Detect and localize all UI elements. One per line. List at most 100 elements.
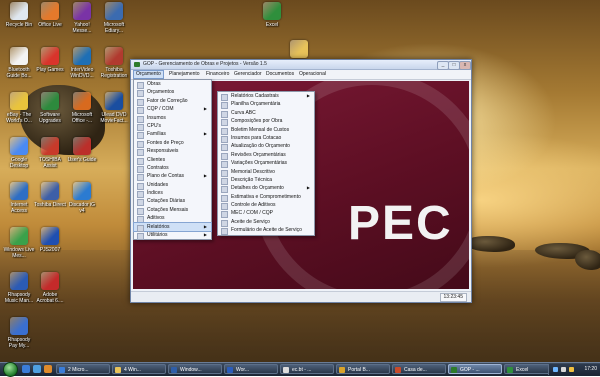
desktop-shortcut[interactable]: Toshiba Direct <box>34 182 66 208</box>
taskbar-app-icon <box>507 367 513 373</box>
menu-item[interactable]: Clientes <box>134 156 211 165</box>
desktop-shortcut[interactable]: Excel <box>256 2 288 28</box>
menu-item[interactable]: Cotações Mensais <box>134 206 211 215</box>
folder-icon <box>290 40 308 58</box>
menu-planejamento[interactable]: Planejamento <box>167 71 202 78</box>
menu-item[interactable]: Aditivos <box>134 214 211 224</box>
desktop-shortcut[interactable]: Office Live <box>34 2 66 28</box>
menu-item[interactable]: Orçamentos <box>134 88 211 98</box>
title-bar[interactable]: GOP - Gerenciamento de Obras e Projetos … <box>131 60 471 70</box>
desktop-shortcut[interactable]: Internet Access <box>3 182 35 214</box>
taskbar-button[interactable]: GOP - ... <box>448 364 502 374</box>
menu-item-label: Planilha Orçamentária <box>231 101 281 108</box>
taskbar-button[interactable]: ec.bt - ... <box>280 364 334 374</box>
menu-item[interactable]: CQP / COM ▶ <box>134 105 211 115</box>
menu-documentos[interactable]: Documentos <box>264 71 296 78</box>
taskbar-button-label: Wor... <box>236 367 249 373</box>
ms-office-icon <box>73 92 91 110</box>
office-live-icon <box>41 2 59 20</box>
taskbar-button[interactable]: Wor... <box>224 364 278 374</box>
menu-item[interactable]: Insumos <box>134 114 211 123</box>
menu-item[interactable]: Controle de Aditivos <box>218 201 314 211</box>
menu-item[interactable]: Memorial Descritivo <box>218 168 314 177</box>
show-desktop-icon[interactable] <box>22 365 30 373</box>
desktop-shortcut[interactable]: InterVideo WinDVD... <box>66 47 98 79</box>
media-quicklaunch-icon[interactable] <box>44 365 52 373</box>
ie-quicklaunch-icon[interactable] <box>33 365 41 373</box>
desktop-shortcut[interactable]: eBay - The World's O... <box>3 92 35 124</box>
desktop-shortcut[interactable]: Yahoo! Messe... <box>66 2 98 34</box>
desktop-shortcut-label: Discador iG v4 <box>68 202 96 214</box>
menu-gerenciador[interactable]: Gerenciador <box>232 71 264 78</box>
menu-item-label: Responsáveis <box>147 148 179 155</box>
menu-item[interactable]: Atualização do Orçamento <box>218 142 314 152</box>
taskbar-button[interactable]: 2 Micro... <box>56 364 110 374</box>
menu-item[interactable]: Formulário de Aceite de Serviço <box>218 226 314 236</box>
volume-icon[interactable] <box>561 367 566 372</box>
desktop-shortcut[interactable]: Bluetooth Guide Bo... <box>3 47 35 79</box>
menu-item[interactable]: Plano de Contas ▶ <box>134 172 211 182</box>
menu-item[interactable]: Variações Orçamentárias <box>218 159 314 169</box>
desktop-shortcut[interactable]: Recycle Bin <box>3 2 35 28</box>
close-button[interactable]: x <box>459 61 471 70</box>
menu-item[interactable]: Unidades <box>134 181 211 190</box>
desktop-shortcut[interactable]: PJS2007 <box>34 227 66 253</box>
desktop-shortcut[interactable]: Google Desktop <box>3 137 35 169</box>
taskbar-button[interactable]: Window... <box>168 364 222 374</box>
desktop-shortcut[interactable]: Play Games <box>34 47 66 73</box>
menu-item[interactable]: Relatórios ▶ <box>133 221 212 233</box>
menu-item[interactable]: Responsáveis <box>134 147 211 157</box>
menu-item[interactable]: Composições por Obra <box>218 117 314 127</box>
menu-item[interactable]: Planilha Orçamentária <box>218 100 314 110</box>
menu-item[interactable]: Relatórios Cadastrais ▶ <box>218 92 314 101</box>
menu-item[interactable]: Obras <box>134 80 211 89</box>
menu-item[interactable]: Curva ABC <box>218 109 314 118</box>
submenu-arrow-icon: ▶ <box>203 106 207 112</box>
menu-item[interactable]: Contratos <box>134 164 211 173</box>
menu-operacional[interactable]: Operacional <box>297 71 328 78</box>
taskbar-button[interactable]: Casa de... <box>392 364 446 374</box>
taskbar-button-label: Excel <box>516 367 529 373</box>
menu-item[interactable]: Fator de Correção <box>134 97 211 106</box>
menu-item[interactable]: MEC / COM / CQP <box>218 209 314 219</box>
desktop-shortcut[interactable]: TOSHIBA Assist <box>34 137 66 169</box>
network-icon[interactable] <box>553 367 558 372</box>
menu-item[interactable]: Revisões Orçamentárias <box>218 151 314 160</box>
desktop-shortcut-label: Toshiba Registration <box>100 67 128 79</box>
menu-item[interactable]: Utilitários ▶ <box>134 231 211 241</box>
desktop-shortcut[interactable]: Microsoft Office -... <box>66 92 98 124</box>
desktop-shortcut[interactable]: Toshiba Registration <box>98 47 130 79</box>
desktop-shortcut[interactable]: Discador iG v4 <box>66 182 98 214</box>
desktop-shortcut[interactable]: Software Upgrades <box>34 92 66 124</box>
menu-item[interactable]: CPU's <box>134 122 211 131</box>
menu-item[interactable]: Estimativa e Comprometimento <box>218 193 314 202</box>
status-time: 13:23:45 <box>439 293 467 302</box>
menu-item[interactable]: Fontes de Preço <box>134 139 211 148</box>
toshiba-direct-icon <box>41 182 59 200</box>
battery-icon[interactable] <box>569 367 574 372</box>
menu-item[interactable]: Descrição Técnica <box>218 176 314 185</box>
taskbar-button[interactable]: 4 Win... <box>112 364 166 374</box>
menu-financeiro[interactable]: Financeiro <box>204 71 231 78</box>
desktop-shortcut[interactable]: Adobe Acrobat 6.... <box>34 272 66 304</box>
clock[interactable]: 17:20 <box>584 366 597 372</box>
taskbar-app-icon <box>451 367 457 373</box>
menu-item[interactable]: Cotações Diárias <box>134 197 211 207</box>
desktop-shortcut[interactable]: User's Guide <box>66 137 98 163</box>
menu-item[interactable]: Detalhes do Orçamento ▶ <box>218 184 314 194</box>
desktop-shortcut[interactable]: Microsoft Ediary... <box>98 2 130 34</box>
menu-orcamento[interactable]: Orçamento <box>133 70 164 79</box>
desktop-shortcut[interactable]: Rhapsody Music Man... <box>3 272 35 304</box>
menu-item[interactable]: Aceite de Serviço <box>218 218 314 227</box>
menu-item[interactable]: Famílias ▶ <box>134 130 211 140</box>
menu-item[interactable]: Insumos para Cotacao <box>218 134 314 143</box>
menu-item[interactable]: Boletim Mensal de Custos <box>218 126 314 135</box>
desktop-shortcut[interactable]: Ulead DVD MovieFact... <box>98 92 130 124</box>
taskbar-button[interactable]: Portal B... <box>336 364 390 374</box>
menu-item[interactable]: Índices <box>134 189 211 199</box>
menu-item-label: MEC / COM / CQP <box>231 210 273 217</box>
taskbar-button-label: Casa de... <box>404 367 427 373</box>
ebay-icon <box>10 92 28 110</box>
desktop-shortcut[interactable]: Windows Live Mes... <box>3 227 35 259</box>
desktop-shortcut[interactable]: Rhapsody Pay My... <box>3 317 35 349</box>
